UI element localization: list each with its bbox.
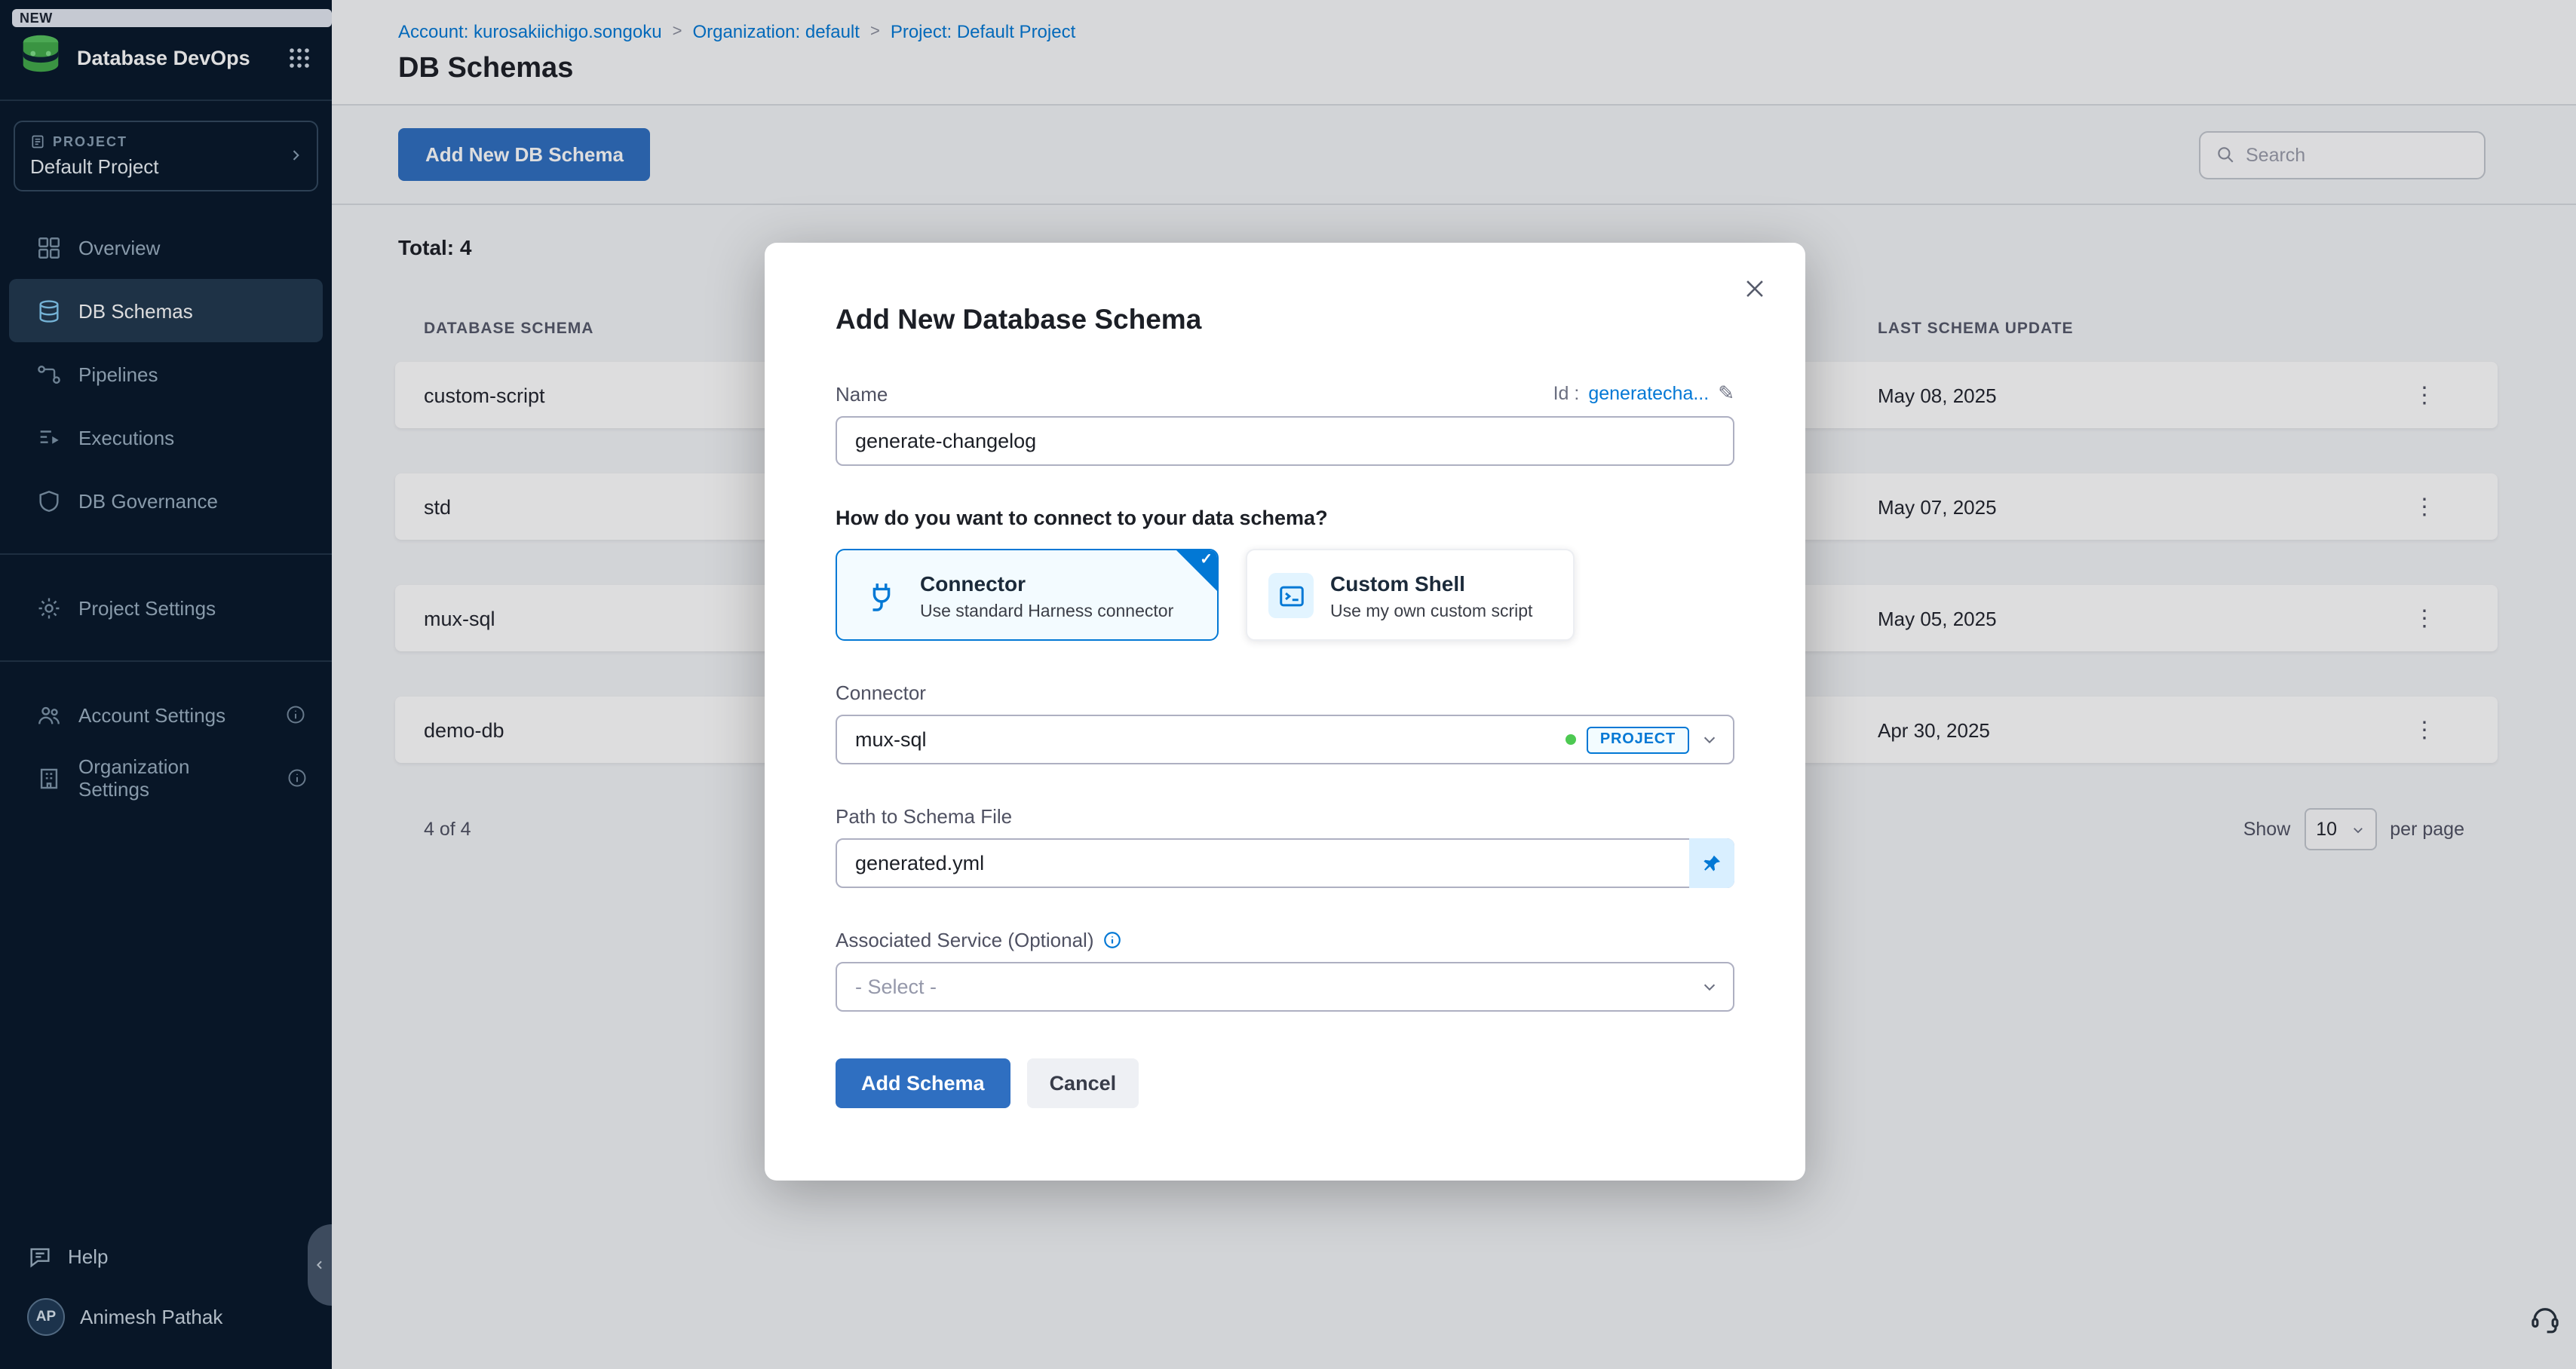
add-schema-submit-button[interactable]: Add Schema [836,1058,1010,1108]
service-label: Associated Service (Optional) [836,929,1094,951]
scope-badge: PROJECT [1587,726,1689,753]
connector-select[interactable]: mux-sql PROJECT [836,715,1734,764]
option-connector[interactable]: Connector Use standard Harness connector… [836,549,1219,641]
option-title: Connector [920,571,1173,596]
option-custom-shell[interactable]: Custom Shell Use my own custom script [1246,549,1575,641]
name-label: Name [836,382,888,405]
service-value: - Select - [855,975,1701,998]
pin-icon[interactable] [1689,838,1734,888]
id-prefix: Id : [1553,383,1580,404]
close-icon[interactable] [1742,276,1769,303]
terminal-icon [1268,573,1314,618]
check-icon: ✓ [1200,552,1213,568]
connector-label: Connector [836,681,1734,704]
add-schema-modal: Add New Database Schema Name Id : genera… [765,243,1805,1181]
option-subtitle: Use standard Harness connector [920,603,1173,621]
status-dot [1566,734,1576,745]
service-select[interactable]: - Select - [836,962,1734,1012]
option-title: Custom Shell [1330,571,1532,596]
modal-title: Add New Database Schema [836,303,1734,336]
path-input[interactable]: generated.yml [836,838,1734,888]
connect-question: How do you want to connect to your data … [836,507,1734,529]
chevron-down-icon [1701,979,1718,995]
connector-plug-icon [858,573,903,618]
connector-value: mux-sql [855,728,1566,751]
chevron-down-icon [1701,731,1718,748]
name-input[interactable]: generate-changelog [836,416,1734,466]
path-label: Path to Schema File [836,805,1734,828]
edit-pencil-icon[interactable]: ✎ [1718,381,1734,406]
info-icon[interactable] [1103,930,1123,950]
id-value[interactable]: generatecha... [1588,383,1709,404]
cancel-button[interactable]: Cancel [1027,1058,1139,1108]
option-subtitle: Use my own custom script [1330,603,1532,621]
